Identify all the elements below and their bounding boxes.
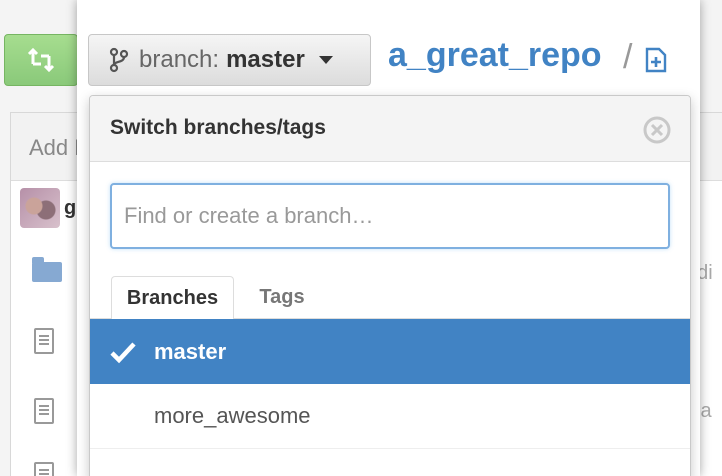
current-branch-label: master bbox=[226, 46, 305, 73]
branch-item-label: more_awesome bbox=[154, 403, 311, 428]
close-icon[interactable] bbox=[643, 116, 671, 144]
branch-switcher-window: branch: master a_great_repo / Switch bra… bbox=[77, 0, 700, 476]
tab-tags[interactable]: Tags bbox=[242, 276, 322, 319]
dropdown-title: Switch branches/tags bbox=[110, 116, 326, 139]
file-icon bbox=[34, 328, 54, 354]
tab-bar: Branches Tags bbox=[90, 276, 690, 320]
chevron-down-icon bbox=[318, 56, 333, 64]
branch-item-label: master bbox=[154, 338, 227, 364]
branch-item-master[interactable]: master bbox=[90, 319, 690, 384]
folder-icon bbox=[32, 257, 62, 282]
avatar bbox=[20, 188, 60, 228]
file-icon bbox=[34, 398, 54, 424]
compare-icon bbox=[27, 47, 55, 73]
compare-button[interactable] bbox=[4, 34, 78, 86]
branch-select-button[interactable]: branch: master bbox=[88, 34, 371, 86]
branch-dropdown: Switch branches/tags Branches Tags maste… bbox=[89, 95, 691, 476]
branch-search-input[interactable] bbox=[110, 183, 670, 249]
branch-icon bbox=[109, 47, 129, 73]
file-icon bbox=[34, 462, 54, 476]
tab-branches[interactable]: Branches bbox=[111, 276, 234, 320]
branch-item-more-awesome[interactable]: more_awesome bbox=[90, 384, 690, 449]
repo-name-link[interactable]: a_great_repo bbox=[388, 36, 602, 75]
path-separator: / bbox=[623, 38, 633, 76]
branch-prefix-label: branch: bbox=[139, 46, 220, 73]
dropdown-header: Switch branches/tags bbox=[90, 96, 690, 162]
add-file-icon[interactable] bbox=[643, 47, 669, 73]
check-icon bbox=[110, 341, 136, 363]
